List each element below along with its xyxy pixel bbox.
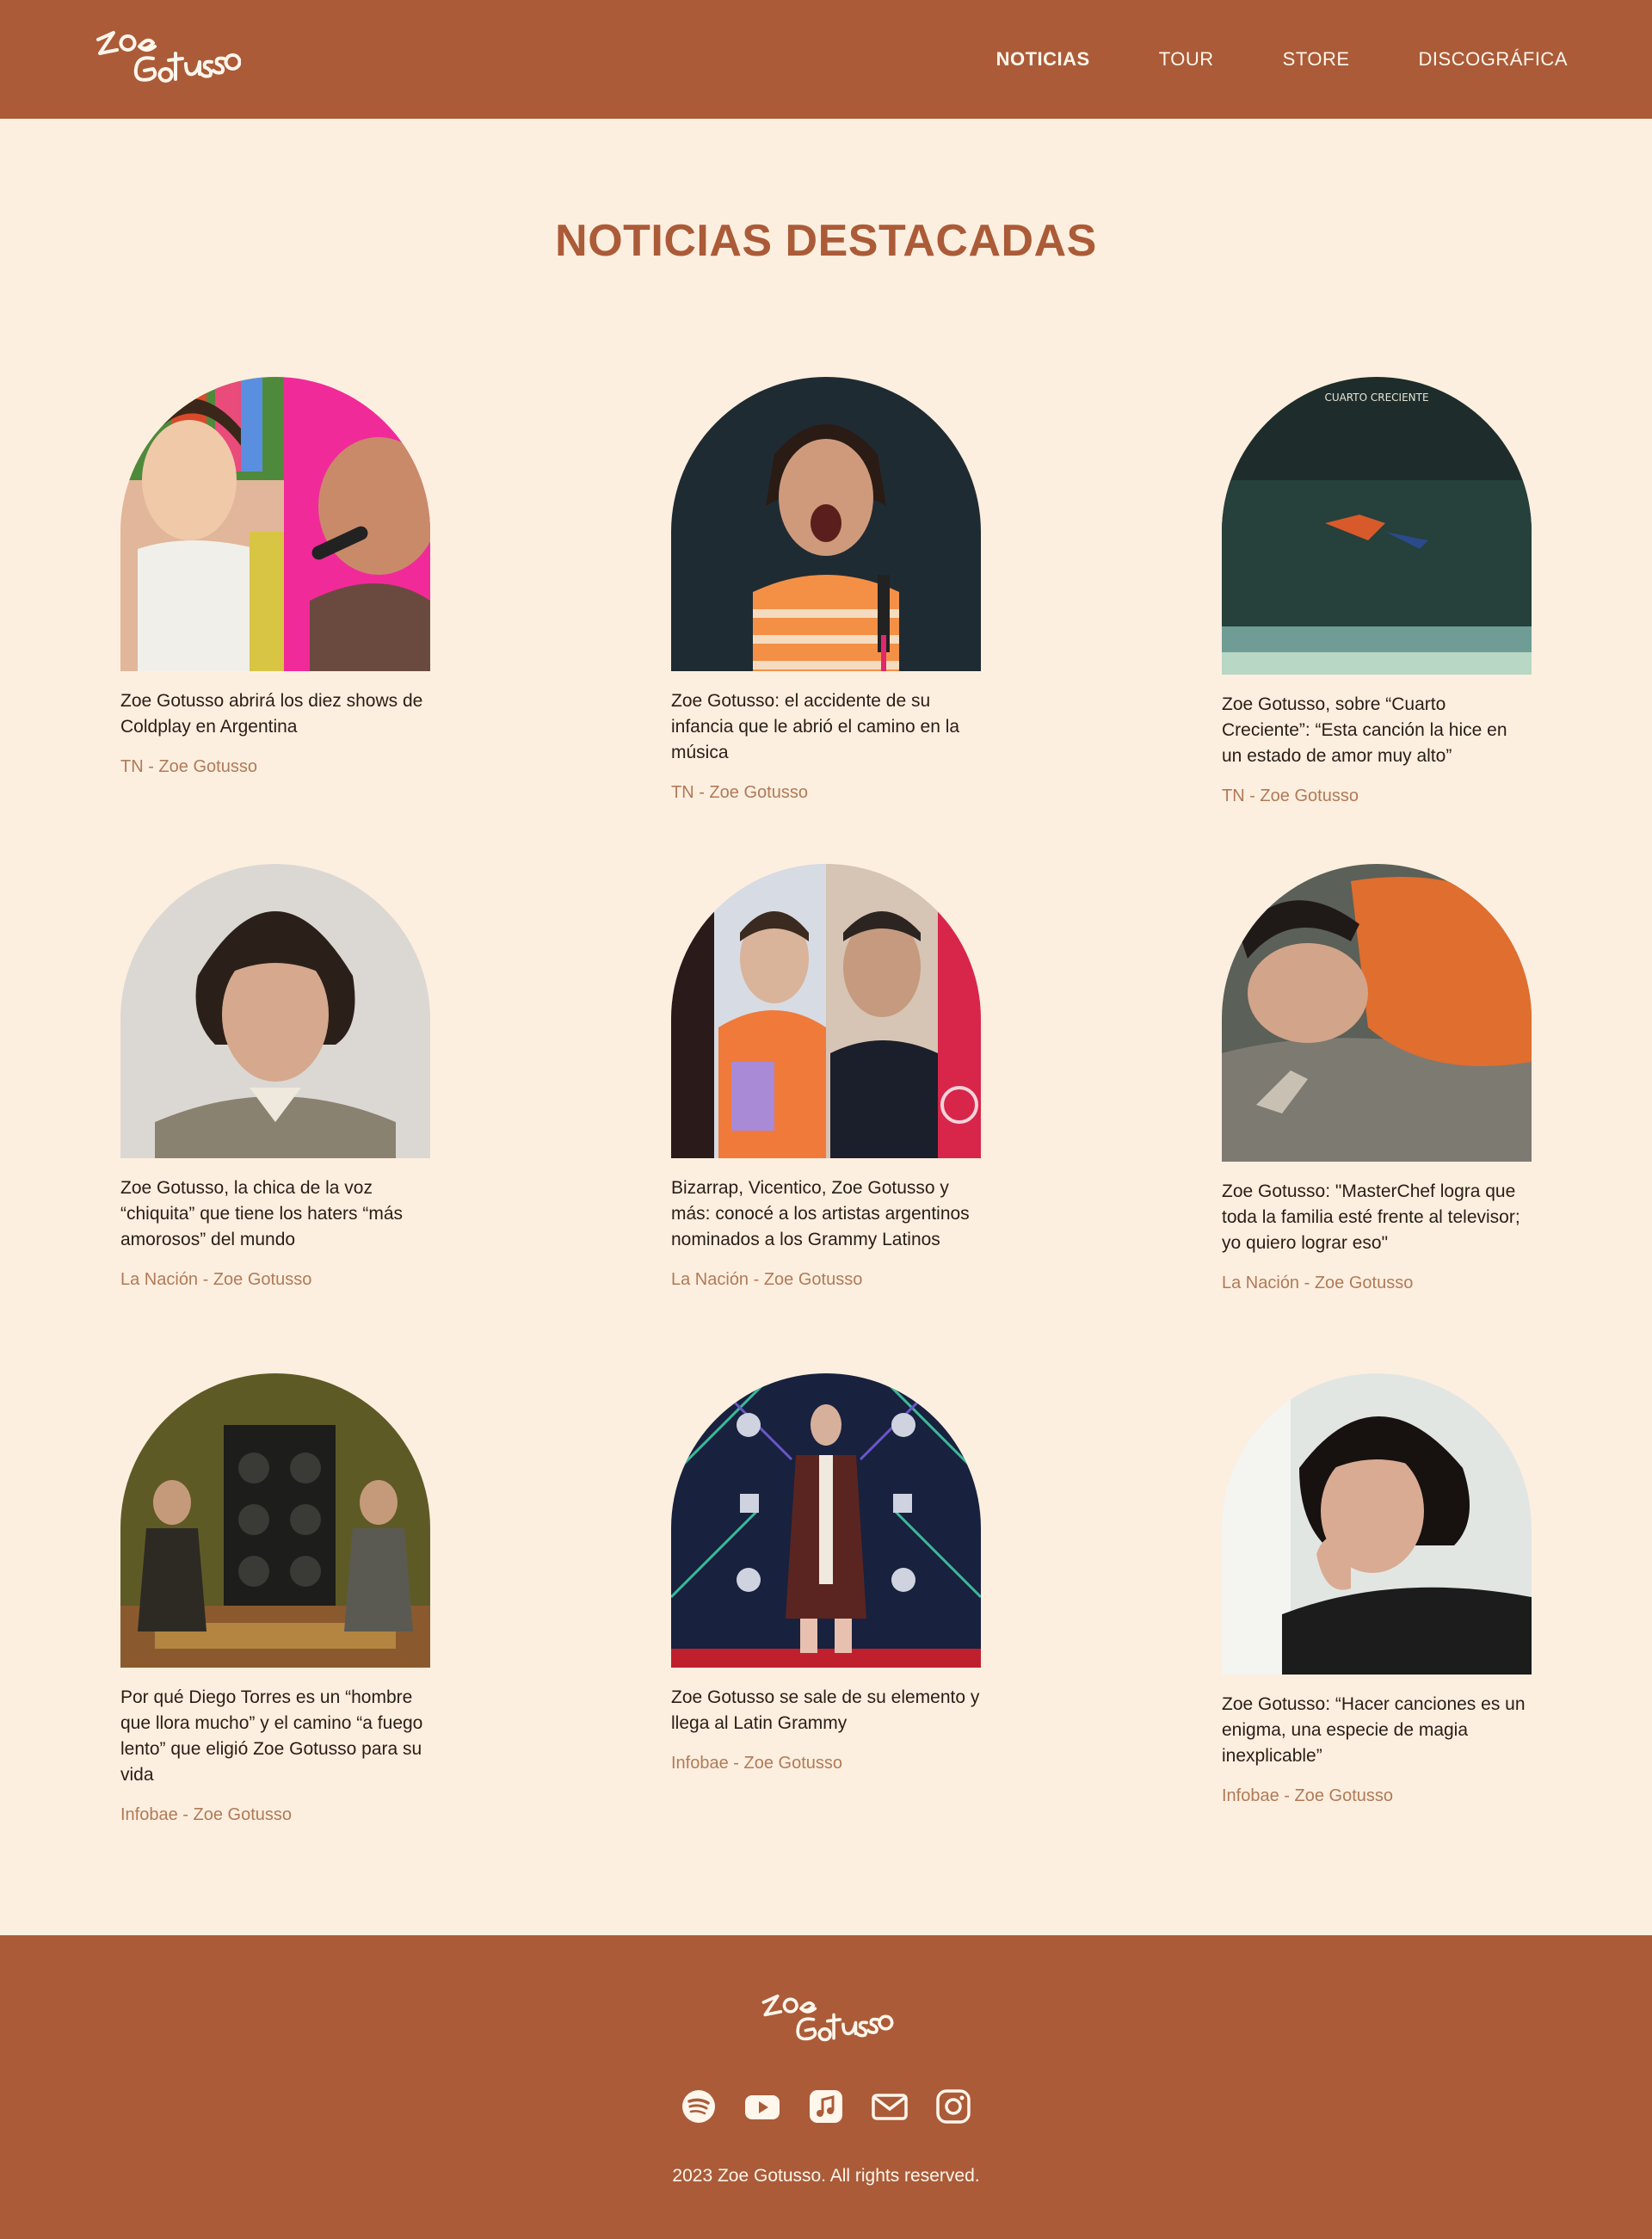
news-card[interactable]: Zoe Gotusso: “Hacer canciones es un enig…: [1222, 1373, 1532, 1806]
news-title[interactable]: Zoe Gotusso: "MasterChef logra que toda …: [1222, 1179, 1532, 1256]
spotify-icon[interactable]: [681, 2088, 717, 2125]
news-image-coldplay[interactable]: [120, 377, 430, 671]
news-card[interactable]: Zoe Gotusso abrirá los diez shows de Col…: [120, 377, 430, 777]
news-image-masterchef[interactable]: [1222, 864, 1532, 1162]
cover-text: CUARTO CRECIENTE: [1324, 392, 1428, 404]
nav-discografica[interactable]: DISCOGRÁFICA: [1419, 48, 1568, 71]
news-title[interactable]: Zoe Gotusso: “Hacer canciones es un enig…: [1222, 1692, 1532, 1769]
news-image-hacer-canciones[interactable]: [1222, 1373, 1532, 1675]
news-source: Infobae - Zoe Gotusso: [671, 1754, 843, 1773]
news-source: Infobae - Zoe Gotusso: [1222, 1786, 1394, 1805]
news-card[interactable]: Zoe Gotusso se sale de su elemento y lle…: [671, 1373, 981, 1773]
social-links: [0, 2088, 1652, 2125]
site-footer: 2023 Zoe Gotusso. All rights reserved.: [0, 1935, 1652, 2239]
news-title[interactable]: Zoe Gotusso: el accidente de su infancia…: [671, 688, 981, 766]
news-card[interactable]: Zoe Gotusso: el accidente de su infancia…: [671, 377, 981, 803]
news-source: La Nación - Zoe Gotusso: [1222, 1274, 1414, 1292]
mail-icon[interactable]: [872, 2088, 908, 2125]
footer-logo[interactable]: [757, 1985, 895, 2052]
news-image-latin-grammy[interactable]: [671, 1373, 981, 1668]
youtube-icon[interactable]: [744, 2088, 780, 2125]
news-image-cuarto-creciente[interactable]: CUARTO CRECIENTE: [1222, 377, 1532, 675]
nav-store[interactable]: STORE: [1283, 48, 1350, 71]
section-title: NOTICIAS DESTACADAS: [555, 216, 1097, 266]
news-title[interactable]: Zoe Gotusso se sale de su elemento y lle…: [671, 1685, 981, 1736]
apple-music-icon[interactable]: [808, 2088, 844, 2125]
news-card[interactable]: Zoe Gotusso: "MasterChef logra que toda …: [1222, 864, 1532, 1293]
news-title[interactable]: Zoe Gotusso, la chica de la voz “chiquit…: [120, 1175, 430, 1253]
news-image-accidente[interactable]: [671, 377, 981, 671]
news-image-grammy-nominados[interactable]: [671, 864, 981, 1158]
news-title[interactable]: Bizarrap, Vicentico, Zoe Gotusso y más: …: [671, 1175, 981, 1253]
news-source: La Nación - Zoe Gotusso: [671, 1270, 863, 1289]
nav-tour[interactable]: TOUR: [1159, 48, 1214, 71]
news-card[interactable]: Bizarrap, Vicentico, Zoe Gotusso y más: …: [671, 864, 981, 1290]
news-source: TN - Zoe Gotusso: [1222, 786, 1359, 805]
news-title[interactable]: Por qué Diego Torres es un “hombre que l…: [120, 1685, 430, 1788]
instagram-icon[interactable]: [935, 2088, 971, 2125]
nav-noticias[interactable]: NOTICIAS: [996, 48, 1090, 71]
news-image-voz-chiquita[interactable]: [120, 864, 430, 1158]
news-image-diego-torres[interactable]: [120, 1373, 430, 1668]
news-source: TN - Zoe Gotusso: [120, 757, 257, 776]
zoe-gotusso-logo[interactable]: [93, 21, 241, 95]
news-card[interactable]: Por qué Diego Torres es un “hombre que l…: [120, 1373, 430, 1825]
news-source: TN - Zoe Gotusso: [671, 783, 808, 802]
site-header: NOTICIAS TOUR STORE DISCOGRÁFICA: [0, 0, 1652, 119]
copyright: 2023 Zoe Gotusso. All rights reserved.: [672, 2166, 980, 2186]
news-title[interactable]: Zoe Gotusso abrirá los diez shows de Col…: [120, 688, 430, 740]
news-card[interactable]: Zoe Gotusso, la chica de la voz “chiquit…: [120, 864, 430, 1290]
news-source: Infobae - Zoe Gotusso: [120, 1805, 293, 1824]
news-title[interactable]: Zoe Gotusso, sobre “Cuarto Creciente”: “…: [1222, 692, 1532, 769]
news-source: La Nación - Zoe Gotusso: [120, 1270, 312, 1289]
news-card[interactable]: CUARTO CRECIENTE Zoe Gotusso, sobre “Cua…: [1222, 377, 1532, 806]
main-nav: NOTICIAS TOUR STORE DISCOGRÁFICA: [928, 0, 1568, 119]
